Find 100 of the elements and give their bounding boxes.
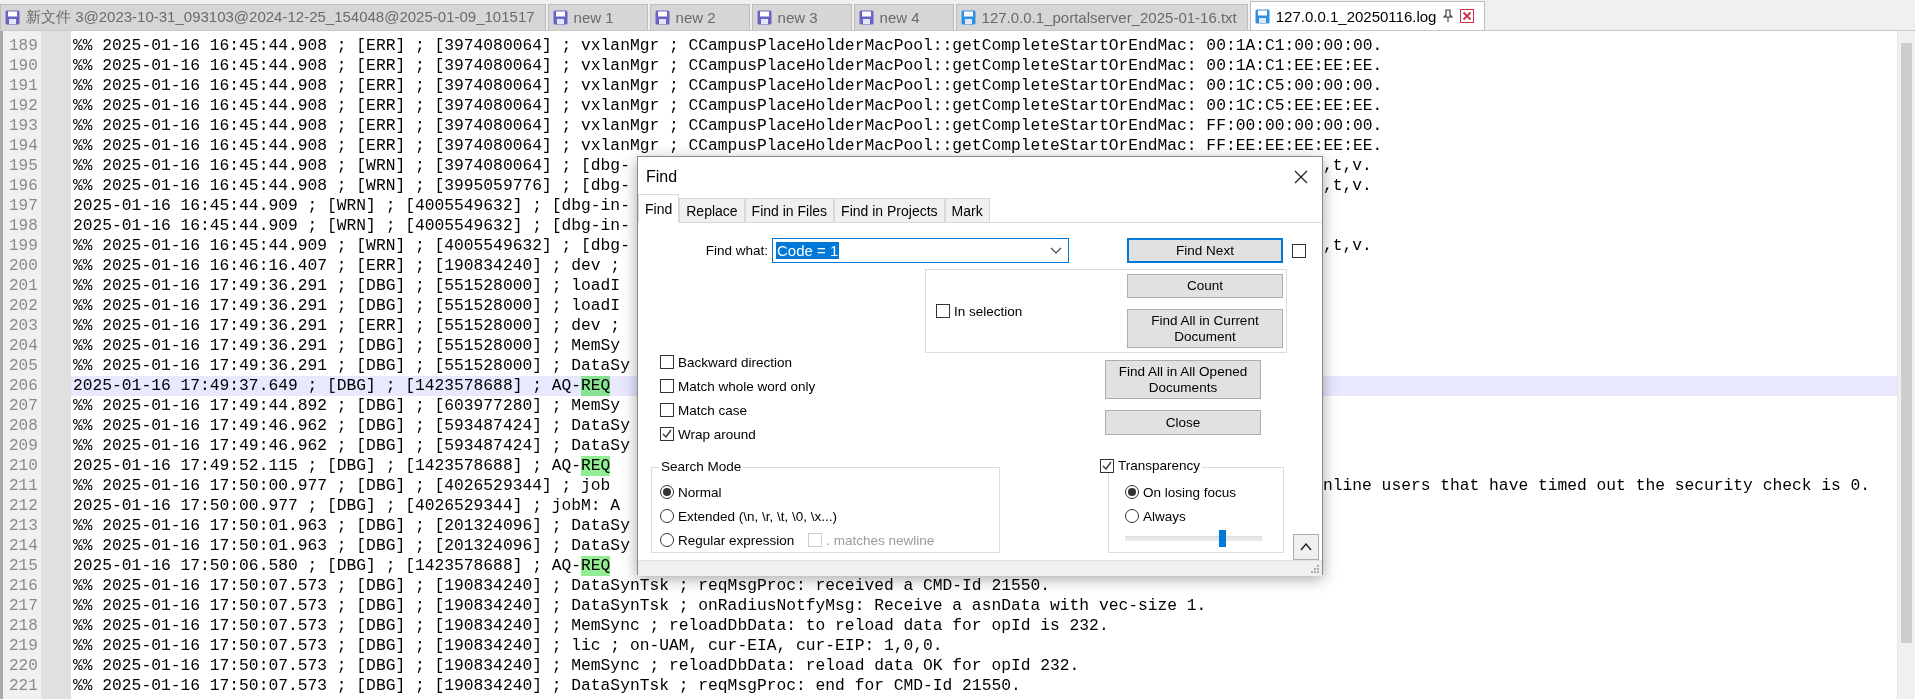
- resize-grip-icon[interactable]: [1310, 564, 1320, 574]
- file-tab[interactable]: 127.0.0.1_20250116.log: [1249, 1, 1486, 30]
- line-number: 189: [8, 36, 39, 56]
- tab-label: 127.0.0.1_portalserver_2025-01-16.txt: [981, 9, 1237, 26]
- chevron-up-icon: [1300, 543, 1312, 551]
- collapse-button[interactable]: [1293, 534, 1319, 560]
- find-next-button[interactable]: Find Next: [1127, 238, 1283, 263]
- radio-button[interactable]: [660, 509, 674, 523]
- line-number: 214: [8, 536, 39, 556]
- checkbox[interactable]: [660, 379, 674, 393]
- line-number: 205: [8, 356, 39, 376]
- dialog-tab[interactable]: Replace: [679, 198, 745, 222]
- file-tab[interactable]: new 3: [751, 4, 852, 30]
- checkbox-label: Wrap around: [678, 426, 756, 442]
- checkbox[interactable]: [1100, 458, 1114, 473]
- line-number: 217: [8, 596, 39, 616]
- dialog-title: Find: [646, 168, 678, 186]
- file-tab[interactable]: new 2: [649, 4, 750, 30]
- code-text: %% 2025-01-16 16:45:44.908 ; [ERR] ; [3974080064] ; vxlanMgr ; CCampusPlaceHolderMacPool::getCompleteStartOrEndMac: FF:EE:EE:EE:EE:EE.: [73, 136, 1383, 156]
- pin-icon[interactable]: [1442, 9, 1455, 23]
- code-text: %% 2025-01-16 17:50:07.573 ; [DBG] ; [190834240] ; DataSynTsk ; reqMsgProc: received a CMD-Id 21550.: [73, 576, 1051, 596]
- code-text: %% 2025-01-16 17:49:36.291 ; [DBG] ; [551528000] ; DataSy: [73, 356, 630, 376]
- line-number: 196: [8, 176, 39, 196]
- line-number: 190: [8, 56, 39, 76]
- line-number: 218: [8, 616, 39, 636]
- line-number: 198: [8, 216, 39, 236]
- line-number: 210: [8, 456, 39, 476]
- code-text: %% 2025-01-16 16:45:44.909 ; [WRN] ; [4005549632] ; [dbg-: [73, 236, 630, 256]
- line-number: 213: [8, 516, 39, 536]
- code-text: %% 2025-01-16 17:49:44.892 ; [DBG] ; [603977280] ; MemSy: [73, 396, 621, 416]
- close-button[interactable]: Close: [1105, 410, 1261, 435]
- code-text: nline users that have timed out the security check is 0.: [1323, 476, 1871, 496]
- line-number: 219: [8, 636, 39, 656]
- radio-button[interactable]: [1125, 485, 1139, 499]
- code-text: ,t,v.: [1323, 156, 1372, 176]
- code-text: %% 2025-01-16 17:49:46.962 ; [DBG] ; [593487424] ; DataSy: [73, 416, 630, 436]
- code-text: %% 2025-01-16 16:46:16.407 ; [ERR] ; [190834240] ; dev ;: [73, 256, 621, 276]
- search-match: REQ: [581, 376, 611, 396]
- file-tab[interactable]: 新文件 3@2023-10-31_093103@2024-12-25_154048@2025-01-09_101517: [0, 4, 546, 30]
- radio-label: Normal: [678, 484, 722, 500]
- checkbox-label: In selection: [954, 303, 1023, 319]
- search-match: REQ: [581, 556, 611, 576]
- tab-label: 127.0.0.1_20250116.log: [1275, 7, 1437, 25]
- radio-button[interactable]: [660, 533, 674, 547]
- file-tab[interactable]: new 1: [547, 4, 648, 30]
- checkbox[interactable]: [660, 355, 674, 369]
- radio-label: Regular expression: [678, 532, 795, 548]
- line-number: 195: [8, 156, 39, 176]
- line-number: 194: [8, 136, 39, 156]
- tab-label: 新文件 3@2023-10-31_093103@2024-12-25_154048@2025-01-09_101517: [26, 8, 535, 27]
- dialog-tab[interactable]: Mark: [944, 198, 990, 222]
- line-number: 216: [8, 576, 39, 596]
- radio-label: On losing focus: [1143, 484, 1237, 500]
- code-text: %% 2025-01-16 16:45:44.908 ; [ERR] ; [3974080064] ; vxlanMgr ; CCampusPlaceHolderMacPool::getCompleteStartOrEndMac: 00:1A:C1:EE:EE:EE.: [73, 56, 1383, 76]
- code-text: %% 2025-01-16 16:45:44.908 ; [ERR] ; [3974080064] ; vxlanMgr ; CCampusPlaceHolderMacPool::getCompleteStartOrEndMac: 00:1A:C1:00:00:00.: [73, 36, 1383, 56]
- radio-button[interactable]: [1125, 509, 1139, 523]
- slider-thumb[interactable]: [1219, 530, 1227, 547]
- chevron-down-icon[interactable]: [1050, 246, 1062, 255]
- file-tab[interactable]: new 4: [853, 4, 954, 30]
- tab-label: new 3: [777, 9, 818, 26]
- code-text: %% 2025-01-16 17:50:07.573 ; [DBG] ; [190834240] ; MemSync ; reloadDbData: reload data OK for opId 232.: [73, 656, 1080, 676]
- vertical-scrollbar[interactable]: [1897, 31, 1915, 699]
- search-match: REQ: [581, 456, 611, 476]
- line-number: 207: [8, 396, 39, 416]
- checkbox[interactable]: [660, 403, 674, 417]
- line-number: 191: [8, 76, 39, 96]
- checkbox-label: Match case: [678, 402, 748, 418]
- dialog-tab[interactable]: Find in Projects: [834, 198, 945, 222]
- line-number: 208: [8, 416, 39, 436]
- code-text: %% 2025-01-16 17:50:07.573 ; [DBG] ; [190834240] ; lic ; on-UAM, cur-EIA, cur-EIP: 1,0,0.: [73, 636, 943, 656]
- dialog-tab[interactable]: Find in Files: [744, 198, 835, 222]
- code-text: %% 2025-01-16 17:50:07.573 ; [DBG] ; [190834240] ; DataSynTsk ; reqMsgProc: end for CMD-Id 21550.: [73, 676, 1021, 696]
- line-number: 206: [8, 376, 39, 396]
- file-tab[interactable]: 127.0.0.1_portalserver_2025-01-16.txt: [955, 4, 1248, 30]
- code-text: %% 2025-01-16 17:50:07.573 ; [DBG] ; [190834240] ; MemSync ; reloadDbData: to reload data for opId is 232.: [73, 616, 1109, 636]
- line-number: 220: [8, 656, 39, 676]
- code-text: %% 2025-01-16 17:49:36.291 ; [DBG] ; [551528000] ; MemSy: [73, 336, 621, 356]
- radio-label: Extended (\n, \r, \t, \0, \x...): [678, 508, 838, 524]
- code-text: ,t,v.: [1323, 236, 1372, 256]
- dialog-tab[interactable]: Find: [638, 194, 680, 223]
- radio-label: Always: [1143, 508, 1186, 524]
- code-text: %% 2025-01-16 17:49:46.962 ; [DBG] ; [593487424] ; DataSy: [73, 436, 630, 456]
- close-icon[interactable]: [1294, 170, 1308, 184]
- checkbox-label: Match whole word only: [678, 378, 816, 394]
- find-all-opened-button[interactable]: Find All in All Opened Documents: [1105, 360, 1261, 399]
- radio-button[interactable]: [660, 485, 674, 499]
- find-all-current-button[interactable]: Find All in Current Document: [1127, 309, 1283, 348]
- line-number: 199: [8, 236, 39, 256]
- checkbox[interactable]: [1292, 243, 1306, 258]
- scrollbar-thumb[interactable]: [1901, 43, 1912, 643]
- count-button[interactable]: Count: [1127, 274, 1283, 298]
- line-number: 193: [8, 116, 39, 136]
- find-what-combobox[interactable]: Code = 1: [772, 238, 1069, 263]
- code-text: %% 2025-01-16 17:49:36.291 ; [DBG] ; [551528000] ; loadI: [73, 276, 621, 296]
- line-number: 192: [8, 96, 39, 116]
- checkbox[interactable]: [936, 304, 950, 318]
- code-text: 2025-01-16 16:45:44.909 ; [WRN] ; [4005549632] ; [dbg-in-: [73, 216, 630, 236]
- tab-label: new 2: [675, 9, 716, 26]
- line-number: 209: [8, 436, 39, 456]
- checkbox[interactable]: [660, 427, 674, 441]
